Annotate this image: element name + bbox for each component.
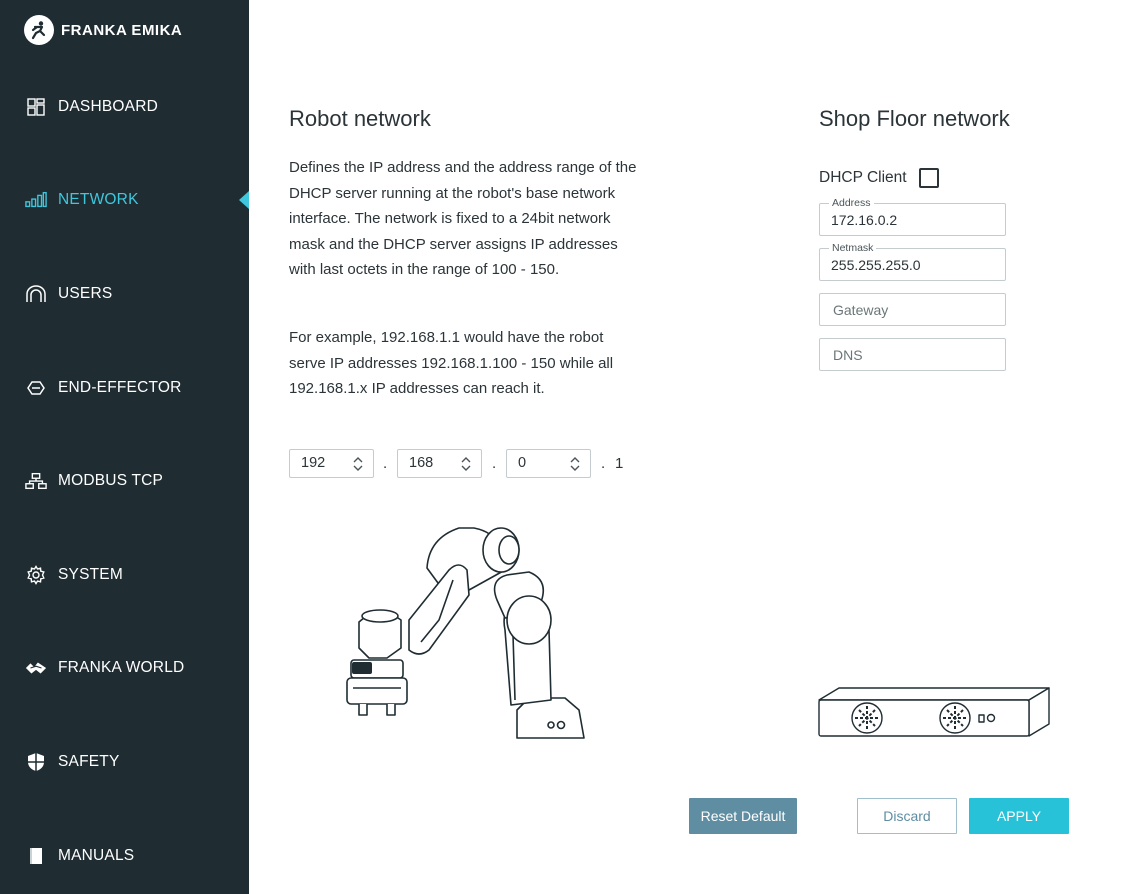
robot-network-title: Robot network <box>289 106 431 131</box>
sidebar-item-label: MANUALS <box>58 847 135 864</box>
control-box-illustration <box>818 687 1050 737</box>
users-icon <box>25 283 47 305</box>
gear-icon <box>25 564 47 586</box>
gateway-field[interactable]: Gateway <box>819 293 1006 326</box>
dashboard-icon <box>25 96 47 118</box>
shop-floor-title: Shop Floor network <box>819 106 1010 131</box>
sidebar-item-label: END-EFFECTOR <box>58 379 182 396</box>
octet-value: 168 <box>409 455 434 471</box>
sidebar: FRANKA EMIKA DASHBOARD NETWORK USERS END… <box>0 0 249 894</box>
sidebar-item-label: SAFETY <box>58 753 120 770</box>
sidebar-item-label: DASHBOARD <box>58 98 158 115</box>
brand-name: FRANKA EMIKA <box>61 21 183 39</box>
sidebar-item-dashboard[interactable]: DASHBOARD <box>0 87 249 127</box>
octet-value: 192 <box>301 455 326 471</box>
stepper-arrows-icon[interactable] <box>569 454 581 474</box>
dhcp-client-checkbox[interactable] <box>918 168 939 188</box>
dhcp-client-row: DHCP Client <box>819 168 939 188</box>
stepper-arrows-icon[interactable] <box>460 454 472 474</box>
octet-1-stepper[interactable]: 192 <box>289 449 374 478</box>
sidebar-item-label: SYSTEM <box>58 566 123 583</box>
stepper-arrows-icon[interactable] <box>352 454 364 474</box>
last-octet-value: 1 <box>615 455 624 472</box>
sidebar-item-network[interactable]: NETWORK <box>0 180 249 220</box>
octet-separator: . <box>601 455 606 472</box>
robot-arm-illustration <box>346 527 585 739</box>
gateway-placeholder: Gateway <box>833 302 889 318</box>
octet-separator: . <box>383 455 388 472</box>
sidebar-item-label: USERS <box>58 285 113 302</box>
sidebar-item-label: FRANKA WORLD <box>58 659 185 676</box>
end-effector-icon <box>25 377 47 399</box>
sidebar-item-label: NETWORK <box>58 191 139 208</box>
apply-button[interactable]: APPLY <box>969 798 1069 834</box>
reset-default-button[interactable]: Reset Default <box>689 798 797 834</box>
netmask-field[interactable]: Netmask 255.255.255.0 <box>819 242 1006 281</box>
address-field[interactable]: Address 172.16.0.2 <box>819 197 1006 236</box>
octet-3-stepper[interactable]: 0 <box>506 449 591 478</box>
netmask-label: Netmask <box>829 242 877 254</box>
main-content: Robot network Defines the IP address and… <box>249 0 1134 894</box>
netmask-value: 255.255.255.0 <box>831 257 921 273</box>
sidebar-item-users[interactable]: USERS <box>0 274 249 314</box>
sidebar-item-franka-world[interactable]: FRANKA WORLD <box>0 648 249 688</box>
octet-value: 0 <box>518 455 527 471</box>
discard-button[interactable]: Discard <box>857 798 957 834</box>
octet-2-stepper[interactable]: 168 <box>397 449 482 478</box>
sidebar-item-manuals[interactable]: MANUALS <box>0 836 249 876</box>
sidebar-item-label: MODBUS TCP <box>58 472 164 489</box>
sidebar-item-system[interactable]: SYSTEM <box>0 555 249 595</box>
address-label: Address <box>829 197 874 209</box>
sidebar-item-end-effector[interactable]: END-EFFECTOR <box>0 368 249 408</box>
brand[interactable]: FRANKA EMIKA <box>24 14 182 46</box>
robot-network-description: Defines the IP address and the address r… <box>289 159 637 278</box>
franka-world-icon <box>25 657 47 679</box>
modbus-icon <box>25 470 47 492</box>
octet-separator: . <box>492 455 497 472</box>
address-value: 172.16.0.2 <box>831 212 898 228</box>
robot-network-example: For example, 192.168.1.1 would have the … <box>289 329 614 397</box>
network-bars-icon <box>25 189 47 211</box>
sidebar-item-safety[interactable]: SAFETY <box>0 742 249 782</box>
dns-field[interactable]: DNS <box>819 338 1006 371</box>
dhcp-client-label: DHCP Client <box>819 169 907 186</box>
book-icon <box>25 845 47 867</box>
franka-logo-icon <box>24 15 54 45</box>
dns-placeholder: DNS <box>833 347 863 363</box>
shield-icon <box>25 751 47 773</box>
sidebar-item-modbus-tcp[interactable]: MODBUS TCP <box>0 461 249 501</box>
